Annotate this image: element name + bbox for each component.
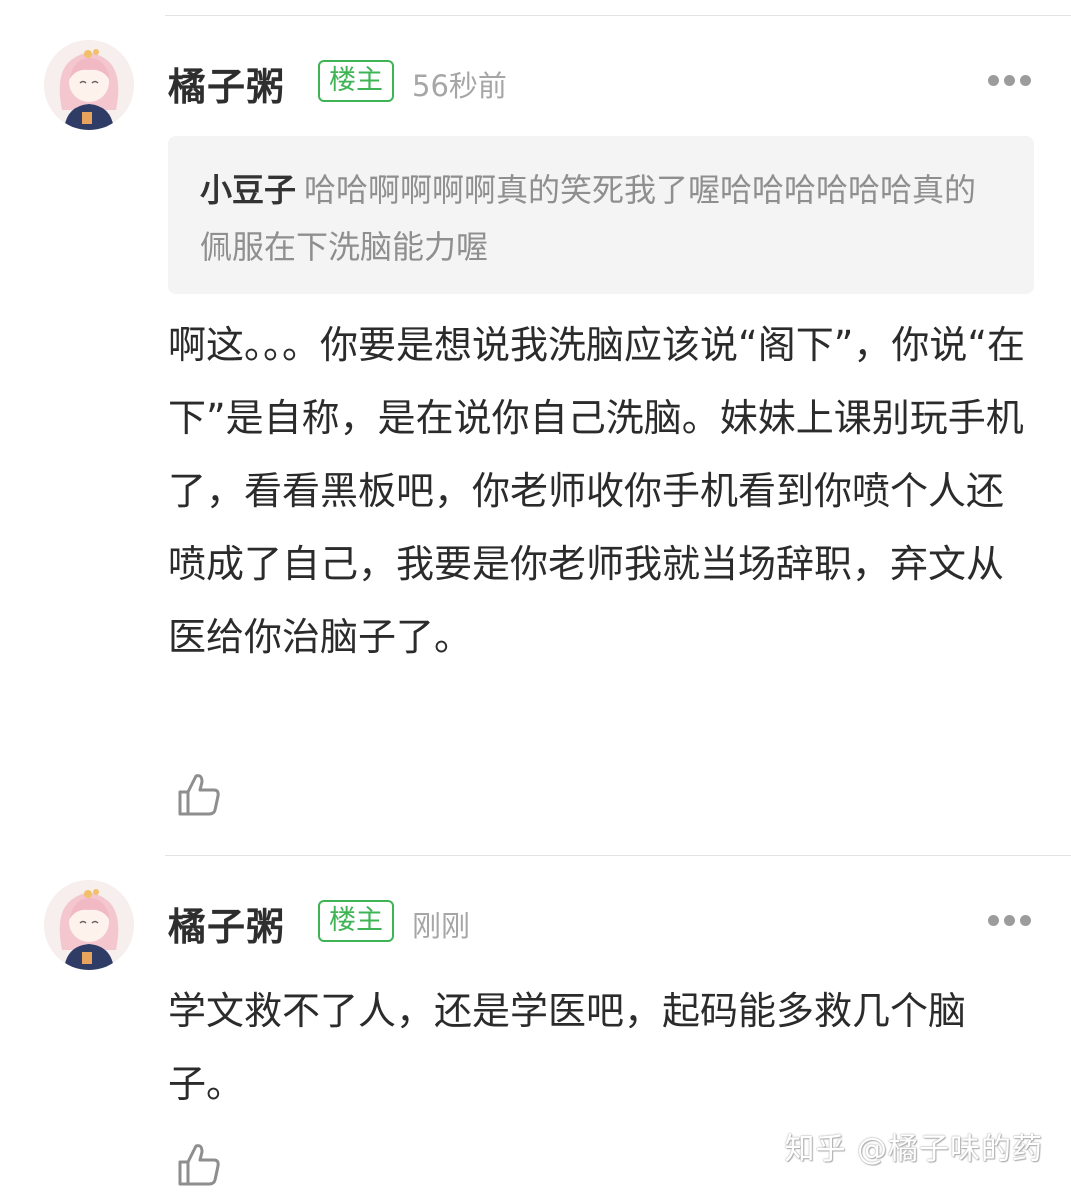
avatar-image bbox=[44, 40, 134, 130]
quoted-reply[interactable]: 小豆子 哈哈啊啊啊啊真的笑死我了喔哈哈哈哈哈哈真的佩服在下洗脑能力喔 bbox=[168, 136, 1034, 294]
avatar[interactable] bbox=[44, 880, 134, 970]
timestamp: 56秒前 bbox=[412, 69, 507, 103]
thumbs-up-icon[interactable] bbox=[174, 1140, 222, 1188]
comment-divider bbox=[165, 855, 1071, 856]
avatar-image bbox=[44, 880, 134, 970]
avatar[interactable] bbox=[44, 40, 134, 130]
comment-body: 啊这。。。你要是想说我洗脑应该说“阁下”，你说“在下”是自称，是在说你自己洗脑。… bbox=[168, 323, 1026, 659]
quoted-author[interactable]: 小豆子 bbox=[200, 171, 296, 209]
more-dots-icon[interactable] bbox=[988, 75, 1032, 87]
top-divider bbox=[165, 15, 1071, 16]
author-name[interactable]: 橘子粥 bbox=[168, 896, 285, 951]
op-badge: 楼主 bbox=[318, 60, 394, 102]
thumbs-up-icon[interactable] bbox=[174, 770, 222, 818]
timestamp: 刚刚 bbox=[412, 909, 471, 943]
comment-body: 学文救不了人，还是学医吧，起码能多救几个脑子。 bbox=[168, 989, 967, 1106]
op-badge: 楼主 bbox=[318, 900, 394, 942]
more-dots-icon[interactable] bbox=[988, 915, 1032, 927]
author-name[interactable]: 橘子粥 bbox=[168, 56, 285, 111]
quoted-text: 哈哈啊啊啊啊真的笑死我了喔哈哈哈哈哈哈真的佩服在下洗脑能力喔 bbox=[200, 171, 977, 266]
watermark: 知乎 @橘子味的药 bbox=[784, 1132, 1043, 1167]
